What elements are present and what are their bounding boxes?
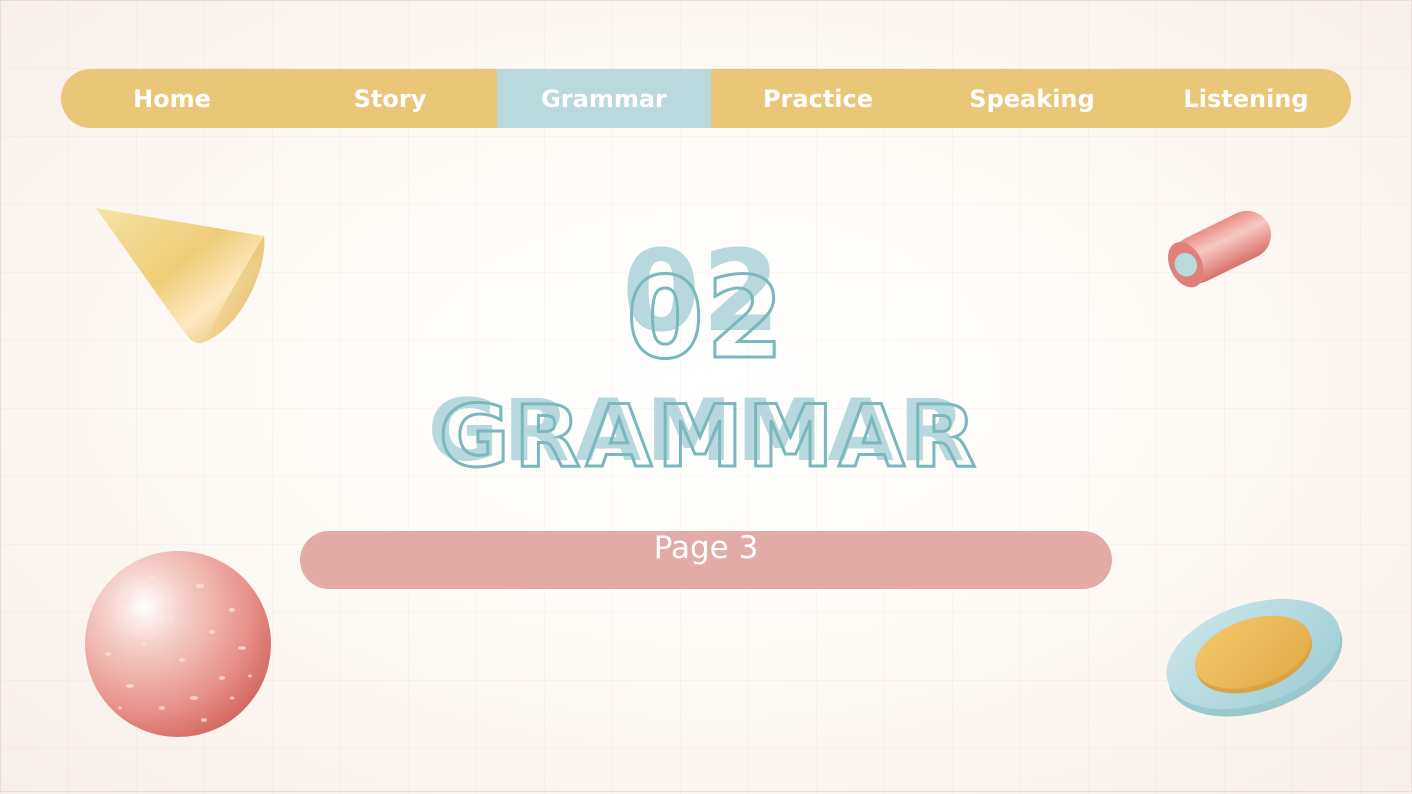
top-navigation: Home Story Grammar Practice Speaking Lis… xyxy=(61,69,1351,128)
nav-item-listening[interactable]: Listening xyxy=(1139,69,1351,128)
disc-icon xyxy=(1160,586,1348,726)
page-label: Page 3 xyxy=(653,530,759,566)
nav-item-home[interactable]: Home xyxy=(61,69,283,128)
slide-canvas: Home Story Grammar Practice Speaking Lis… xyxy=(0,0,1412,794)
nav-item-grammar[interactable]: Grammar xyxy=(497,69,711,128)
nav-item-practice[interactable]: Practice xyxy=(711,69,925,128)
nav-item-speaking[interactable]: Speaking xyxy=(925,69,1139,128)
section-number: 02 xyxy=(625,254,786,384)
section-title: GRAMMAR xyxy=(437,387,982,487)
page-indicator: Page 3 xyxy=(300,531,1112,589)
sphere-icon xyxy=(82,548,274,740)
nav-item-story[interactable]: Story xyxy=(283,69,497,128)
